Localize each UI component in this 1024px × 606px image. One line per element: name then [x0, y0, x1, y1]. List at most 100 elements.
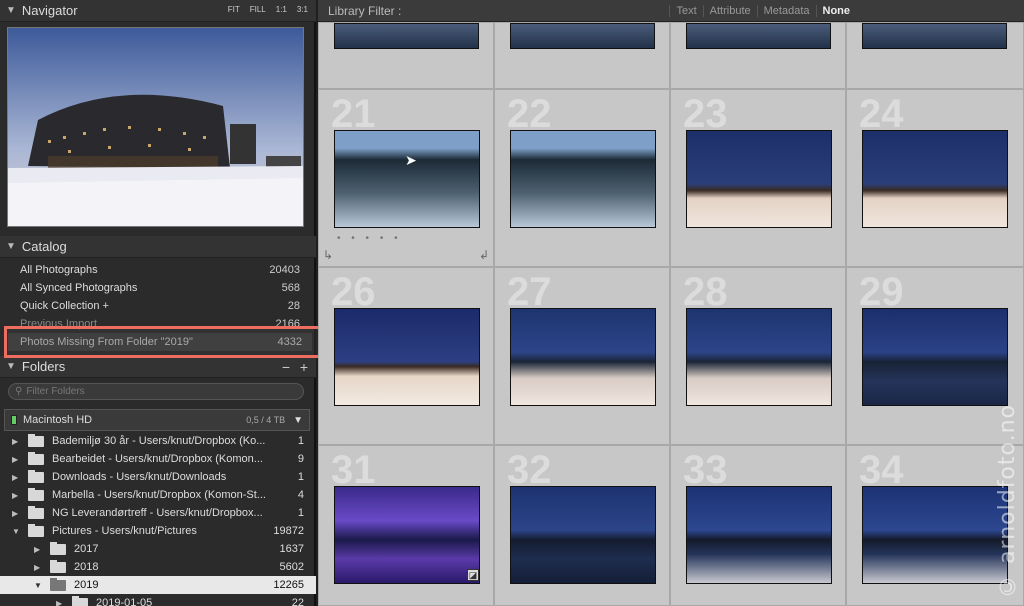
filter-none[interactable]: None — [815, 4, 857, 17]
grid-cell-21[interactable]: 21 • • • • • ↳ ↲ ➤ — [318, 89, 494, 267]
expand-triangle-icon[interactable]: ▶ — [12, 473, 22, 482]
add-folder-icon[interactable]: + — [300, 359, 308, 375]
thumbnail[interactable] — [334, 130, 480, 228]
folder-icon — [28, 469, 44, 483]
volume-macintosh-hd[interactable]: Macintosh HD 0,5 / 4 TB ▼ — [4, 409, 310, 431]
thumbnail[interactable] — [510, 130, 656, 228]
folder-icon — [50, 577, 66, 591]
catalog-item-all-photographs[interactable]: All Photographs 20403 — [0, 261, 316, 279]
collapse-triangle-icon[interactable]: ▼ — [6, 241, 16, 252]
folder-row[interactable]: ▶ Bearbeidet - Users/knut/Dropbox (Komon… — [0, 450, 316, 468]
folder-row[interactable]: ▶ NG Leverandørtreff - Users/knut/Dropbo… — [0, 504, 316, 522]
rotate-right-icon[interactable]: ↲ — [479, 248, 489, 262]
navigator-preview-image[interactable] — [7, 27, 304, 227]
thumbnail[interactable] — [334, 308, 480, 406]
thumbnail[interactable] — [510, 23, 655, 49]
folder-icon — [28, 451, 44, 465]
volume-status-icon — [11, 415, 17, 425]
edited-badge-icon[interactable]: ◪ — [467, 569, 479, 581]
expand-triangle-icon[interactable]: ▶ — [56, 599, 66, 606]
rotate-left-icon[interactable]: ↳ — [323, 248, 333, 262]
catalog-item-all-synced[interactable]: All Synced Photographs 568 — [0, 279, 316, 297]
folder-icon — [28, 505, 44, 519]
collapse-triangle-icon[interactable]: ▼ — [6, 361, 16, 372]
collapse-triangle-icon[interactable]: ▼ — [12, 527, 22, 536]
grid-cell-27[interactable]: 27 — [494, 267, 670, 445]
mouse-cursor-icon: ➤ — [405, 152, 417, 168]
thumbnail[interactable] — [510, 486, 656, 584]
expand-triangle-icon[interactable]: ▶ — [34, 545, 44, 554]
zoom-fit[interactable]: FIT — [228, 5, 240, 14]
folder-icon — [72, 595, 88, 606]
zoom-1-1[interactable]: 1:1 — [276, 5, 287, 14]
expand-triangle-icon[interactable]: ▶ — [12, 437, 22, 446]
grid-cell-32[interactable]: 32 — [494, 445, 670, 606]
expand-triangle-icon[interactable]: ▶ — [12, 455, 22, 464]
collapse-triangle-icon[interactable]: ▼ — [34, 581, 44, 590]
folder-icon — [28, 487, 44, 501]
thumbnail[interactable] — [510, 308, 656, 406]
zoom-3-1[interactable]: 3:1 — [297, 5, 308, 14]
catalog-item-quick-collection[interactable]: Quick Collection + 28 — [0, 297, 316, 315]
folder-row[interactable]: ▶ Bademiljø 30 år - Users/knut/Dropbox (… — [0, 432, 316, 450]
collapse-triangle-icon[interactable]: ▼ — [6, 5, 16, 16]
filter-metadata[interactable]: Metadata — [756, 4, 816, 17]
catalog-title: Catalog — [21, 239, 67, 254]
catalog-header[interactable]: ▼ Catalog — [0, 236, 316, 258]
folder-row[interactable]: ▶ Downloads - Users/knut/Downloads 1 — [0, 468, 316, 486]
expand-triangle-icon[interactable]: ▶ — [12, 509, 22, 518]
navigator-title: Navigator — [21, 3, 78, 18]
folder-row-2017[interactable]: ▶ 2017 1637 — [0, 540, 316, 558]
folder-row-2018[interactable]: ▶ 2018 5602 — [0, 558, 316, 576]
rating-dots[interactable]: • • • • • — [337, 233, 402, 244]
thumbnail[interactable] — [686, 130, 832, 228]
expand-triangle-icon[interactable]: ▶ — [12, 491, 22, 500]
filter-folders-input[interactable]: ⚲ Filter Folders — [8, 383, 304, 400]
thumbnail[interactable] — [862, 486, 1008, 584]
watermark: © arnoldfoto.no — [995, 404, 1020, 598]
thumbnail[interactable] — [334, 486, 480, 584]
grid-cell-33[interactable]: 33 — [670, 445, 846, 606]
search-icon: ⚲ — [15, 386, 23, 397]
folder-tree: ▶ Bademiljø 30 år - Users/knut/Dropbox (… — [0, 432, 316, 606]
filter-attribute[interactable]: Attribute — [702, 4, 757, 17]
grid-cell[interactable] — [494, 22, 670, 89]
folder-icon — [28, 433, 44, 447]
zoom-fill[interactable]: FILL — [250, 5, 266, 14]
folder-icon — [50, 541, 66, 555]
grid-cell-26[interactable]: 26 — [318, 267, 494, 445]
grid-cell-22[interactable]: 22 — [494, 89, 670, 267]
grid-cell-24[interactable]: 24 — [846, 89, 1024, 267]
thumbnail[interactable] — [686, 308, 832, 406]
grid-cell-28[interactable]: 28 — [670, 267, 846, 445]
thumbnail[interactable] — [334, 23, 479, 49]
photo-grid: 21 • • • • • ↳ ↲ ➤ 22 23 24 26 27 28 29 … — [318, 22, 1024, 606]
filter-text[interactable]: Text — [669, 4, 702, 17]
grid-cell-23[interactable]: 23 — [670, 89, 846, 267]
grid-cell[interactable] — [318, 22, 494, 89]
library-filter-bar: Library Filter : Text Attribute Metadata… — [318, 0, 1024, 22]
thumbnail[interactable] — [686, 486, 832, 584]
remove-folder-icon[interactable]: − — [282, 359, 290, 375]
folder-row-2019-01-05[interactable]: ▶ 2019-01-05 22 — [0, 594, 316, 606]
folder-icon — [28, 523, 44, 537]
folder-row[interactable]: ▶ Marbella - Users/knut/Dropbox (Komon-S… — [0, 486, 316, 504]
folders-header[interactable]: ▼ Folders − + — [0, 356, 316, 378]
grid-cell-31[interactable]: 31 ◪ — [318, 445, 494, 606]
navigator-zoom-options: FIT FILL 1:1 3:1 — [228, 5, 308, 14]
expand-triangle-icon[interactable]: ▶ — [34, 563, 44, 572]
library-filter-options: Text Attribute Metadata None — [669, 4, 857, 17]
folder-icon — [50, 559, 66, 573]
navigator-header[interactable]: ▼ Navigator FIT FILL 1:1 3:1 — [0, 0, 316, 22]
thumbnail[interactable] — [862, 308, 1008, 406]
thumbnail[interactable] — [862, 23, 1007, 49]
thumbnail[interactable] — [686, 23, 831, 49]
grid-cell[interactable] — [670, 22, 846, 89]
folder-row-pictures[interactable]: ▼ Pictures - Users/knut/Pictures 19872 — [0, 522, 316, 540]
left-panel: ▼ Navigator FIT FILL 1:1 3:1 ▼ Catalog A… — [0, 0, 316, 606]
volume-menu-triangle-icon[interactable]: ▼ — [293, 415, 303, 426]
catalog-list: All Photographs 20403 All Synced Photogr… — [0, 261, 316, 333]
grid-cell[interactable] — [846, 22, 1024, 89]
folder-row-2019-selected[interactable]: ▼ 2019 12265 — [0, 576, 316, 594]
thumbnail[interactable] — [862, 130, 1008, 228]
